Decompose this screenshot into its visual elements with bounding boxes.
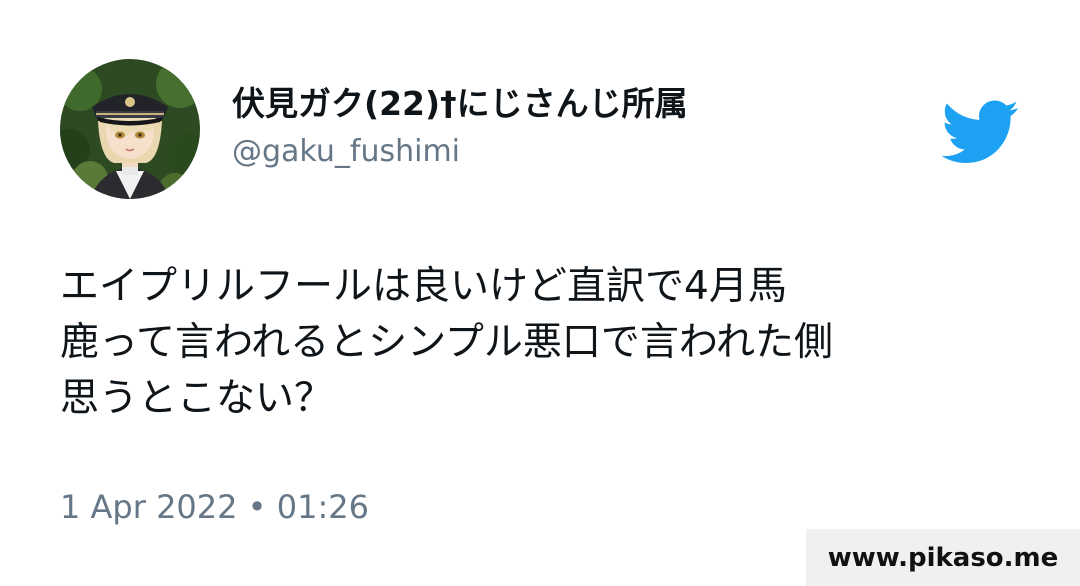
- author-display-name[interactable]: 伏見ガク(22)†にじさんじ所属: [232, 84, 688, 124]
- watermark: www.pikaso.me: [806, 529, 1080, 586]
- avatar-image: [60, 59, 200, 199]
- tweet-text: エイプリルフールは良いけど直訳で4月馬 鹿って言われるとシンプル悪口で言われた側…: [60, 264, 833, 421]
- tweet-card: 伏見ガク(22)†にじさんじ所属 @gaku_fushimi エイプリルフールは…: [0, 0, 1080, 586]
- author-block: 伏見ガク(22)†にじさんじ所属 @gaku_fushimi: [232, 84, 688, 170]
- tweet-timestamp[interactable]: 1 Apr 2022 • 01:26: [60, 488, 369, 526]
- author-handle[interactable]: @gaku_fushimi: [232, 134, 688, 170]
- twitter-bird-icon[interactable]: [938, 98, 1020, 164]
- avatar[interactable]: [60, 59, 200, 199]
